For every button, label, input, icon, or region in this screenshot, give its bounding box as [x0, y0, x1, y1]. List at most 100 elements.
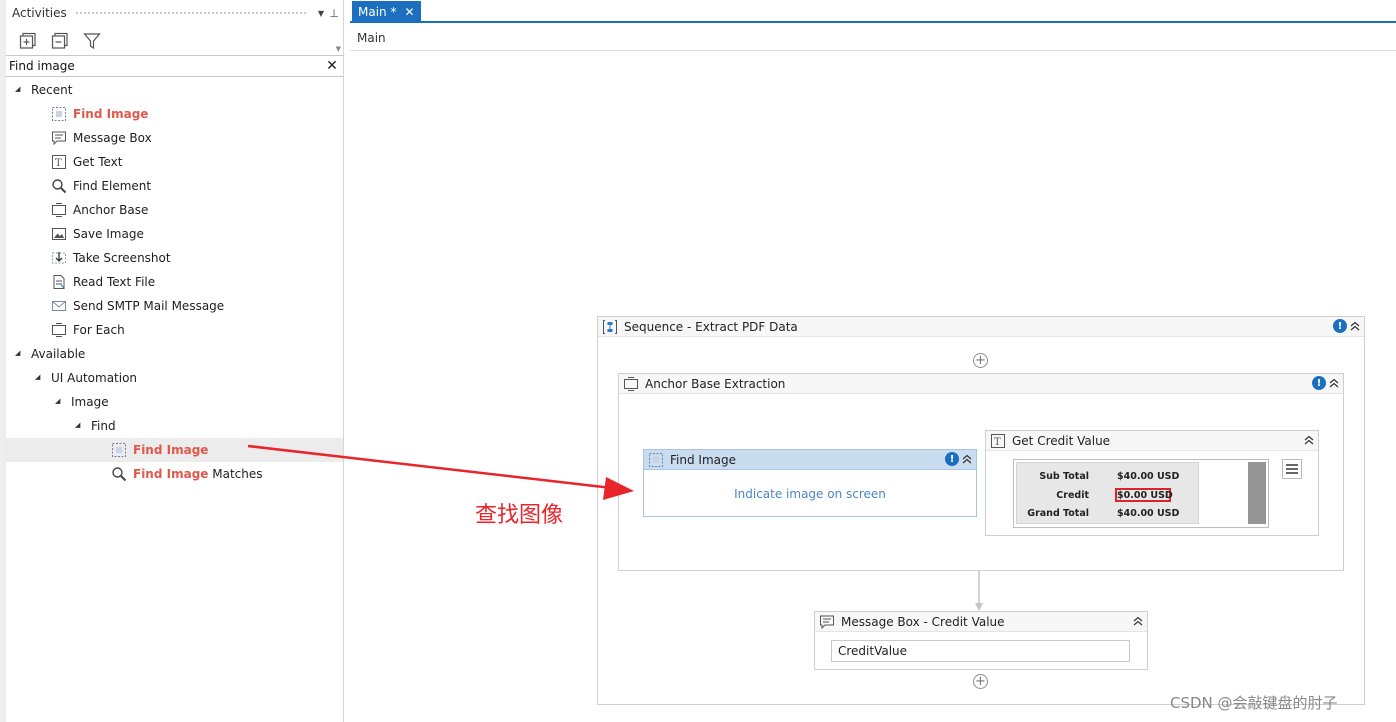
label-suffix: Matches: [208, 467, 263, 481]
expanded-triangle-icon[interactable]: ◢: [15, 85, 20, 93]
connector-arrow: [975, 571, 983, 611]
preview-scrollbar[interactable]: [1248, 462, 1266, 524]
tree-item-read-text-file[interactable]: Read Text File: [6, 270, 343, 294]
tree-item-label: For Each: [73, 323, 125, 337]
tree-item-send-smtp[interactable]: Send SMTP Mail Message: [6, 294, 343, 318]
find-image-icon: [51, 106, 67, 122]
panel-dropdown-icon[interactable]: ▼: [315, 9, 327, 18]
tree-node-recent[interactable]: ◢ Recent: [6, 78, 343, 102]
get-text-activity[interactable]: T Get Credit Value Sub Total $40.00 USD: [985, 430, 1319, 536]
tree-item-label: Find Image: [73, 107, 149, 121]
tree-node-label: Image: [71, 395, 109, 409]
activity-header[interactable]: Find Image !: [644, 450, 976, 470]
tree-item-label: Message Box: [73, 131, 152, 145]
toolbar-overflow-icon[interactable]: ▼: [336, 45, 341, 53]
message-text-field[interactable]: CreditValue: [831, 640, 1130, 662]
pin-icon[interactable]: ⊥: [327, 7, 341, 20]
clear-search-icon[interactable]: ✕: [321, 58, 343, 74]
tree-item-anchor-base[interactable]: Anchor Base: [6, 198, 343, 222]
filter-button[interactable]: [80, 30, 104, 52]
preview-row-value: $0.00 USD: [1117, 490, 1173, 501]
close-icon[interactable]: ✕: [404, 5, 414, 19]
preview-table: Sub Total $40.00 USD Credit $0.00 USD Gr…: [1016, 462, 1199, 524]
tab-main[interactable]: Main * ✕: [352, 1, 421, 22]
add-activity-icon[interactable]: +: [973, 353, 988, 368]
anchor-base-activity[interactable]: Anchor Base Extraction ! Find Image ! In…: [618, 373, 1344, 571]
tree-item-label: Get Text: [73, 155, 123, 169]
hamburger-icon: [1286, 464, 1298, 474]
magnifier-icon: [51, 178, 67, 194]
tree-item-find-image-matches[interactable]: Find Image Matches: [6, 462, 343, 486]
collapse-all-button[interactable]: [48, 30, 72, 52]
preview-row-value: $40.00 USD: [1117, 471, 1180, 482]
preview-row-label: Grand Total: [1027, 508, 1089, 519]
collapse-icon[interactable]: [1303, 433, 1315, 447]
validation-warning-icon[interactable]: !: [945, 452, 959, 466]
activity-header[interactable]: T Get Credit Value: [986, 431, 1318, 451]
tree-node-find[interactable]: ◢ Find: [6, 414, 343, 438]
panel-drag-grip[interactable]: [74, 10, 307, 16]
expanded-triangle-icon[interactable]: ◢: [75, 421, 80, 429]
activity-header[interactable]: Sequence - Extract PDF Data !: [598, 317, 1364, 337]
svg-text:T: T: [55, 158, 62, 169]
activity-title: Get Credit Value: [1012, 433, 1111, 448]
validation-warning-icon[interactable]: !: [1312, 376, 1326, 390]
collapse-icon[interactable]: [1328, 376, 1340, 390]
options-menu-button[interactable]: [1282, 459, 1302, 479]
sequence-activity[interactable]: Sequence - Extract PDF Data ! + Anchor B…: [597, 316, 1365, 705]
mail-icon: [51, 298, 67, 314]
preview-row: Grand Total $40.00 USD: [1017, 505, 1200, 523]
expanded-triangle-icon[interactable]: ◢: [55, 397, 60, 405]
matched-text: Find Image: [133, 467, 209, 481]
preview-row: Credit $0.00 USD: [1017, 487, 1200, 505]
find-image-icon: [648, 452, 664, 468]
tree-item-label: Send SMTP Mail Message: [73, 299, 225, 313]
tree-node-label: UI Automation: [51, 371, 138, 385]
message-box-activity[interactable]: Message Box - Credit Value CreditValue: [814, 611, 1148, 670]
tree-item-label: Anchor Base: [73, 203, 149, 217]
tree-item-find-image-available[interactable]: Find Image: [6, 438, 343, 462]
expanded-triangle-icon[interactable]: ◢: [35, 373, 40, 381]
tree-item-get-text[interactable]: T Get Text: [6, 150, 343, 174]
validation-warning-icon[interactable]: !: [1333, 319, 1347, 333]
activity-header[interactable]: Message Box - Credit Value: [815, 612, 1147, 632]
collapse-icon[interactable]: [961, 452, 973, 466]
tree-item-take-screenshot[interactable]: Take Screenshot: [6, 246, 343, 270]
workflow-designer: Main * ✕ Main Sequence - Extract PDF Dat…: [350, 0, 1396, 722]
tree-item-message-box[interactable]: Message Box: [6, 126, 343, 150]
anchor-base-icon: [623, 376, 639, 392]
tree-node-image[interactable]: ◢ Image: [6, 390, 343, 414]
expand-all-button[interactable]: [16, 30, 40, 52]
collapse-icon[interactable]: [1349, 319, 1361, 333]
tree-item-save-image[interactable]: Save Image: [6, 222, 343, 246]
panel-toolbar: ▼: [6, 28, 343, 54]
preview-row-label: Credit: [1056, 490, 1089, 501]
activity-title: Message Box - Credit Value: [841, 614, 1005, 629]
tree-item-for-each[interactable]: For Each: [6, 318, 343, 342]
tree-item-find-element[interactable]: Find Element: [6, 174, 343, 198]
expanded-triangle-icon[interactable]: ◢: [15, 349, 20, 357]
save-image-icon: [51, 226, 67, 242]
screenshot-icon: [51, 250, 67, 266]
tree-item-label: Find Element: [73, 179, 152, 193]
find-image-activity[interactable]: Find Image ! Indicate image on screen: [643, 449, 977, 517]
element-screenshot-preview[interactable]: Sub Total $40.00 USD Credit $0.00 USD Gr…: [1013, 459, 1269, 528]
breadcrumb: Main: [350, 25, 1396, 51]
preview-row: Sub Total $40.00 USD: [1017, 468, 1200, 486]
search-input[interactable]: [6, 56, 321, 76]
tree-item-label: Take Screenshot: [73, 251, 171, 265]
tree-node-available[interactable]: ◢ Available: [6, 342, 343, 366]
preview-row-label: Sub Total: [1039, 471, 1089, 482]
indicate-on-screen-link[interactable]: Indicate image on screen: [644, 487, 976, 501]
tree-node-ui-automation[interactable]: ◢ UI Automation: [6, 366, 343, 390]
breadcrumb-item[interactable]: Main: [357, 31, 386, 45]
activity-title: Find Image: [670, 452, 736, 467]
activity-header[interactable]: Anchor Base Extraction !: [619, 374, 1343, 394]
add-activity-icon[interactable]: +: [973, 674, 988, 689]
annotation-label: 查找图像: [475, 503, 564, 528]
collapse-icon[interactable]: [1132, 614, 1144, 628]
tree-item-find-image[interactable]: Find Image: [6, 102, 343, 126]
svg-text:T: T: [994, 437, 1001, 448]
tree-node-label: Find: [91, 419, 116, 433]
get-text-icon: T: [51, 154, 67, 170]
